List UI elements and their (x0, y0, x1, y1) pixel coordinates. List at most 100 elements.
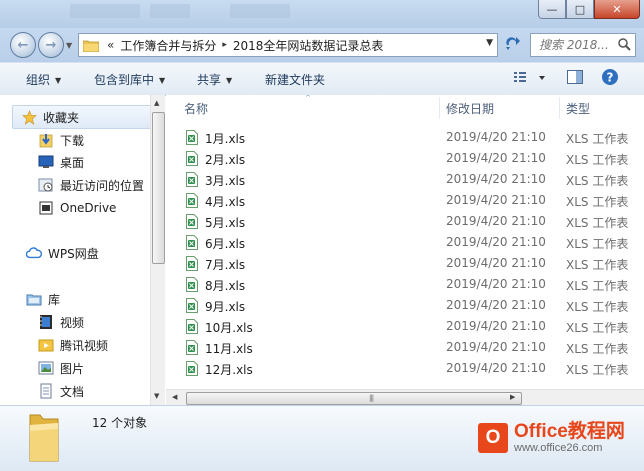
nav-videos[interactable]: 视频 (38, 311, 84, 333)
help-icon: ? (602, 69, 618, 85)
file-name: 9月.xls (205, 300, 246, 314)
file-date-modified: 2019/4/20 21:10 (446, 193, 546, 207)
refresh-button[interactable] (500, 33, 526, 55)
file-row[interactable]: 9月.xls 2019/4/20 21:10 XLS 工作表 (166, 295, 644, 316)
include-in-library-menu[interactable]: 包含到库中 ▼ (94, 71, 165, 88)
column-header-date-modified[interactable]: 修改日期 (446, 95, 494, 121)
file-row[interactable]: 1月.xls 2019/4/20 21:10 XLS 工作表 (166, 127, 644, 148)
nav-wps-cloud-label: WPS网盘 (48, 246, 99, 261)
navigation-pane-scrollbar[interactable]: ▲ ▼ (150, 95, 165, 405)
item-count: 12 个对象 (92, 416, 148, 430)
maximize-button[interactable]: □ (566, 0, 594, 19)
preview-pane-icon (567, 70, 583, 84)
video-icon (38, 314, 54, 330)
file-row[interactable]: 2月.xls 2019/4/20 21:10 XLS 工作表 (166, 148, 644, 169)
scroll-right-arrow-icon[interactable]: ▶ (510, 393, 515, 401)
breadcrumb-current[interactable]: 2018全年网站数据记录总表 (229, 37, 388, 54)
scroll-down-arrow-icon[interactable]: ▼ (154, 392, 159, 400)
file-row[interactable]: 6月.xls 2019/4/20 21:10 XLS 工作表 (166, 232, 644, 253)
address-history-dropdown-icon[interactable]: ▼ (486, 38, 493, 48)
file-list: ^ 名称 修改日期 类型 1月.xls 2019/4/20 21:10 XLS 工作… (166, 95, 644, 391)
excel-file-icon (186, 340, 198, 355)
file-row[interactable]: 12月.xls 2019/4/20 21:10 XLS 工作表 (166, 358, 644, 379)
nav-favorites[interactable]: 收藏夹 (12, 105, 150, 129)
file-date-modified: 2019/4/20 21:10 (446, 361, 546, 375)
nav-downloads[interactable]: 下载 (38, 129, 84, 151)
file-row[interactable]: 3月.xls 2019/4/20 21:10 XLS 工作表 (166, 169, 644, 190)
file-date-modified: 2019/4/20 21:10 (446, 130, 546, 144)
caption-buttons: — □ ✕ (538, 0, 640, 20)
nav-desktop[interactable]: 桌面 (38, 151, 84, 173)
file-type: XLS 工作表 (566, 174, 629, 188)
new-folder-button[interactable]: 新建文件夹 (265, 71, 325, 88)
scroll-up-arrow-icon[interactable]: ▲ (154, 99, 159, 107)
tencent-video-icon (38, 337, 54, 353)
scroll-left-arrow-icon[interactable]: ◀ (172, 393, 177, 401)
excel-file-icon (186, 319, 198, 334)
excel-file-icon (186, 298, 198, 313)
file-row[interactable]: 10月.xls 2019/4/20 21:10 XLS 工作表 (166, 316, 644, 337)
file-date-modified: 2019/4/20 21:10 (446, 172, 546, 186)
library-icon (26, 291, 42, 307)
nav-pictures[interactable]: 图片 (38, 357, 84, 379)
nav-documents-label: 文档 (60, 384, 85, 399)
file-row[interactable]: 8月.xls 2019/4/20 21:10 XLS 工作表 (166, 274, 644, 295)
new-folder-label: 新建文件夹 (265, 73, 326, 87)
share-menu[interactable]: 共享 ▼ (197, 71, 232, 88)
recent-pages-dropdown[interactable]: ▼ (66, 41, 74, 50)
file-row[interactable]: 7月.xls 2019/4/20 21:10 XLS 工作表 (166, 253, 644, 274)
file-row[interactable]: 4月.xls 2019/4/20 21:10 XLS 工作表 (166, 190, 644, 211)
file-list-horizontal-scrollbar[interactable]: ◀ ||| ▶ (166, 389, 644, 406)
breadcrumb-separator[interactable]: ▸ (220, 40, 229, 50)
forward-arrow-icon: → (45, 37, 57, 53)
address-bar[interactable]: « 工作簿合并与拆分 ▸ 2018全年网站数据记录总表 ▼ (78, 33, 498, 57)
nav-wps-cloud[interactable]: WPS网盘 (26, 242, 99, 264)
excel-file-icon (186, 256, 198, 271)
chevron-down-icon: ▼ (226, 76, 233, 85)
pictures-icon (38, 360, 54, 376)
file-type: XLS 工作表 (566, 237, 629, 251)
chevron-down-icon: ▼ (159, 76, 166, 85)
file-row[interactable]: 11月.xls 2019/4/20 21:10 XLS 工作表 (166, 337, 644, 358)
svg-text:?: ? (607, 71, 614, 85)
preview-pane-button[interactable] (566, 68, 584, 89)
column-divider[interactable] (559, 97, 560, 119)
include-in-library-label: 包含到库中 (94, 73, 155, 87)
excel-file-icon (186, 214, 198, 229)
organize-menu[interactable]: 组织 ▼ (26, 71, 61, 88)
nav-recent-places-label: 最近访问的位置 (60, 178, 145, 193)
excel-file-icon (186, 130, 198, 145)
scrollbar-thumb[interactable] (152, 112, 165, 264)
scrollbar-thumb[interactable]: ||| (186, 392, 522, 405)
close-button[interactable]: ✕ (594, 0, 640, 19)
blurred-title (70, 4, 140, 18)
forward-button[interactable]: → (38, 32, 64, 58)
back-button[interactable]: ← (10, 32, 36, 58)
nav-libraries[interactable]: 库 (26, 288, 60, 310)
nav-documents[interactable]: 文档 (38, 380, 84, 402)
cloud-icon (26, 245, 42, 261)
title-bar: — □ ✕ (0, 0, 644, 28)
column-header-name[interactable]: 名称 (184, 95, 208, 121)
file-type: XLS 工作表 (566, 321, 629, 335)
file-date-modified: 2019/4/20 21:10 (446, 256, 546, 270)
column-divider[interactable] (439, 97, 440, 119)
file-date-modified: 2019/4/20 21:10 (446, 277, 546, 291)
change-view-button[interactable] (512, 68, 552, 91)
file-date-modified: 2019/4/20 21:10 (446, 214, 546, 228)
organize-label: 组织 (26, 73, 51, 87)
minimize-button[interactable]: — (538, 0, 566, 19)
nav-recent-places[interactable]: 最近访问的位置 (38, 174, 144, 196)
search-box[interactable] (530, 33, 636, 57)
file-row[interactable]: 5月.xls 2019/4/20 21:10 XLS 工作表 (166, 211, 644, 232)
breadcrumb-parent[interactable]: 工作簿合并与拆分 (116, 37, 220, 54)
blurred-title (150, 4, 190, 18)
file-type: XLS 工作表 (566, 258, 629, 272)
nav-onedrive[interactable]: OneDrive (38, 197, 116, 219)
search-input[interactable] (531, 37, 621, 53)
file-date-modified: 2019/4/20 21:10 (446, 319, 546, 333)
nav-tencent-video[interactable]: 腾讯视频 (38, 334, 108, 356)
address-overflow-chevron[interactable]: « (105, 38, 116, 52)
help-button[interactable]: ? (601, 68, 619, 89)
column-header-type[interactable]: 类型 (566, 95, 590, 121)
